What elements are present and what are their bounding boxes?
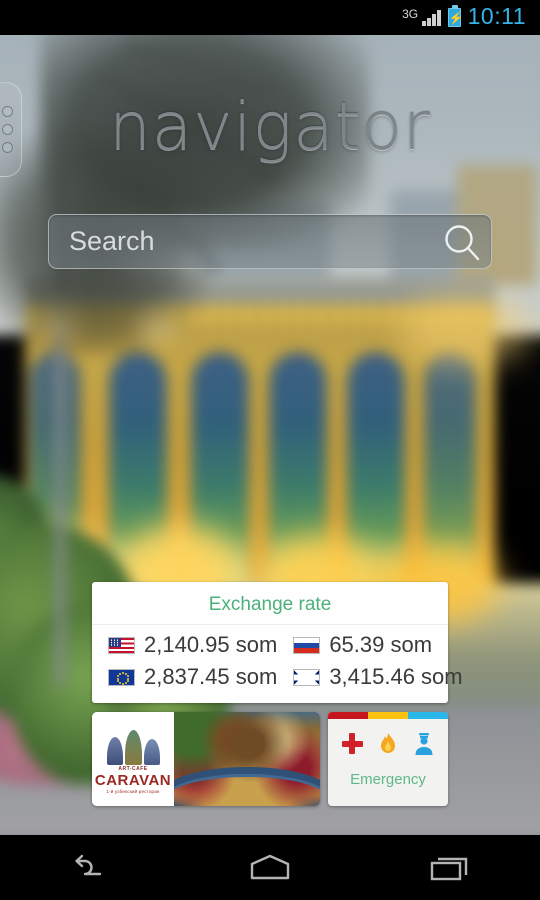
exchange-rate-card[interactable]: Exchange rate 2,140.95 som 65.39 som 2,8… [92, 582, 463, 703]
cards-container: Exchange rate 2,140.95 som 65.39 som 2,8… [92, 582, 463, 806]
caravan-tents-icon: ART-CAFE CARAVAN 1-й узбекский ресторан [92, 712, 174, 806]
drawer-handle-dots-icon[interactable] [0, 82, 22, 177]
network-type-label: 3G [402, 7, 419, 21]
red-cross-icon[interactable] [341, 733, 363, 754]
back-arrow-icon[interactable] [35, 835, 145, 900]
tent-shapes [106, 729, 160, 765]
rate-value-usd: 2,140.95 som [144, 632, 278, 657]
rate-value-rub: 65.39 som [329, 632, 433, 657]
home-icon[interactable] [215, 835, 325, 900]
battery-charging-icon: ⚡ [447, 5, 464, 27]
ad-brand-subtitle: 1-й узбекский ресторан [106, 788, 160, 794]
table-row: 2,140.95 som 65.39 som [92, 629, 448, 661]
signal-bars-icon [422, 9, 441, 26]
rate-cell-eur: 2,837.45 som [92, 664, 277, 690]
rate-cell-rub: 65.39 som [277, 632, 448, 658]
search-input[interactable] [49, 215, 433, 268]
exchange-rate-title: Exchange rate [92, 590, 448, 625]
drawer-dot [2, 142, 13, 153]
status-bar-clock: 10:11 [467, 3, 526, 29]
flag-usa-icon [108, 636, 135, 654]
emergency-color-stripe [328, 712, 448, 719]
app-logo: navigator [108, 88, 432, 165]
search-icon[interactable] [433, 215, 491, 268]
emergency-service-icons [328, 719, 448, 763]
plov-dish-photo [174, 712, 320, 806]
rate-cell-gbp: 3,415.46 som [277, 664, 463, 690]
search-bar[interactable] [48, 214, 492, 269]
android-navigation-bar [0, 835, 540, 900]
drawer-dot [2, 124, 13, 135]
phone-screen: 3G ⚡ 10:11 navigator Exchange rate 2,14 [0, 0, 540, 900]
flame-icon[interactable] [378, 732, 398, 756]
ad-brand-top: ART-CAFE [118, 765, 148, 772]
police-officer-icon[interactable] [413, 732, 435, 756]
rate-cell-usd: 2,140.95 som [92, 632, 277, 658]
rate-value-eur: 2,837.45 som [144, 664, 278, 689]
emergency-label: Emergency [350, 771, 426, 788]
rate-value-gbp: 3,415.46 som [329, 664, 463, 689]
emergency-card[interactable]: Emergency [328, 712, 448, 806]
drawer-dot [2, 106, 13, 117]
table-row: 2,837.45 som 3,415.46 som [92, 661, 463, 693]
bottom-cards-row: ART-CAFE CARAVAN 1-й узбекский ресторан [92, 712, 448, 806]
advertisement-card-caravan[interactable]: ART-CAFE CARAVAN 1-й узбекский ресторан [92, 712, 320, 806]
status-bar: 3G ⚡ 10:11 [0, 0, 540, 35]
flag-russia-icon [293, 636, 321, 654]
ad-brand-name: CARAVAN [94, 771, 172, 789]
flag-uk-icon [293, 668, 321, 686]
flag-eu-icon [108, 668, 135, 686]
recent-apps-icon[interactable] [395, 835, 505, 900]
